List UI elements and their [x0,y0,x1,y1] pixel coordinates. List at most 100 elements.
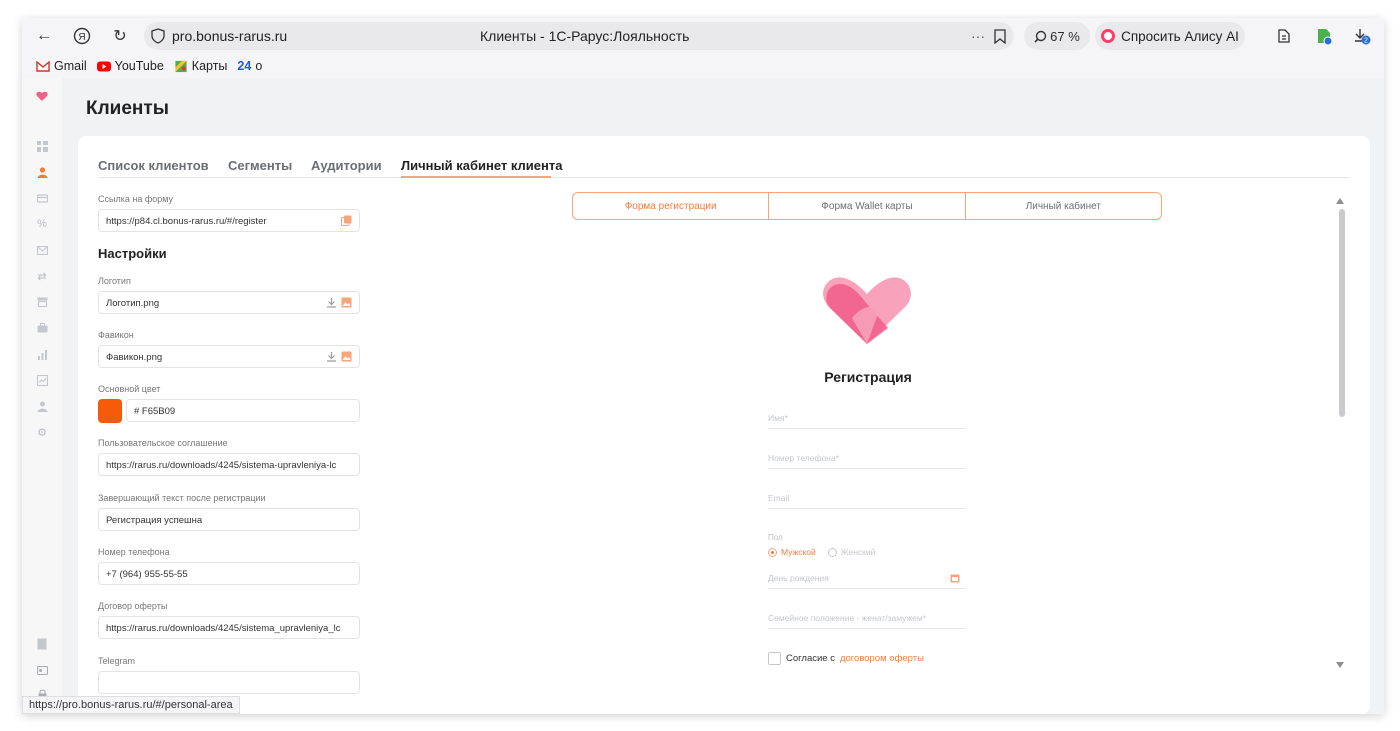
extension-icon[interactable] [1312,24,1336,48]
yandex-icon[interactable]: Я [70,24,94,48]
favicon-value: Фавикон.png [106,352,163,363]
image-icon[interactable] [341,297,352,308]
youtube-icon [96,61,111,71]
marital-input[interactable]: Семейное положение - женат/замужем* [768,613,966,629]
alice-button[interactable]: Спросить Алису AI [1095,22,1245,50]
gmail-icon [36,60,50,72]
phone-input[interactable]: Номер телефона* [768,453,966,469]
scroll-down-icon[interactable] [1336,662,1344,668]
settings-icon[interactable]: ⚙ [36,426,48,439]
logo-label: Логотип [98,276,131,286]
gender-label: Пол [768,533,783,542]
logo-value: Логотип.png [106,298,160,309]
downloads-icon[interactable]: 2 [1350,24,1374,48]
dashboard-icon[interactable] [36,140,48,152]
download-icon[interactable] [326,351,337,362]
reload-icon[interactable]: ↻ [108,24,132,48]
24-icon: 24 [237,59,252,73]
favicon-label: Фавикон [98,330,134,340]
scroll-thumb[interactable] [1339,209,1345,417]
mail-icon[interactable] [36,244,48,256]
page-title-text: Клиенты - 1С-Рарус:Лояльность [480,28,690,44]
bookmark-icon[interactable] [988,24,1012,48]
color-swatch[interactable] [98,399,122,423]
final-text-field[interactable]: Регистрация успешна [98,508,360,531]
document-icon[interactable] [36,638,48,650]
more-icon[interactable]: ··· [966,24,990,48]
reader-icon[interactable] [1272,24,1296,48]
tab-segments[interactable]: Сегменты [228,158,292,173]
store-icon[interactable] [36,296,48,308]
bookmark-gmail[interactable]: Gmail [36,59,87,73]
tab-personal-area[interactable]: Личный кабинет клиента [401,158,562,173]
offer-field[interactable]: https://rarus.ru/downloads/4245/sistema_… [98,616,360,639]
form-link-value: https://p84.cl.bonus-rarus.ru/#/register [106,216,267,227]
page-title: Клиенты [86,98,169,119]
logo-field[interactable]: Логотип.png [98,291,360,314]
offer-label: Договор оферты [98,601,168,611]
gender-radio-group: Мужской Женский [768,547,875,557]
zoom-icon [1034,30,1047,43]
name-input[interactable]: Имя* [768,413,966,429]
phone-value: +7 (964) 955-55-55 [106,569,188,580]
telegram-field[interactable] [98,671,360,694]
zoom-button[interactable]: 67 % [1024,22,1090,50]
tab-audiences[interactable]: Аудитории [311,158,382,173]
exchange-icon[interactable]: ⇄ [36,270,48,283]
briefcase-icon[interactable] [36,322,48,334]
image-icon[interactable] [341,351,352,362]
active-tab-underline [401,176,551,178]
settings-heading: Настройки [98,246,167,261]
svg-text:2: 2 [1364,38,1368,45]
shield-icon[interactable] [146,24,170,48]
color-label: Основной цвет [98,384,161,394]
back-icon[interactable]: ← [32,24,56,48]
logo-heart-icon[interactable] [36,90,48,102]
cards-icon[interactable] [36,192,48,204]
consent-checkbox[interactable] [768,652,781,665]
telegram-label: Telegram [98,656,136,666]
tab-client-list[interactable]: Список клиентов [98,158,209,173]
bookmark-maps[interactable]: Карты [174,59,227,73]
chart-icon[interactable] [36,348,48,360]
user-icon[interactable] [36,400,48,412]
consent-offer-link[interactable]: договором оферты [840,653,924,664]
favicon-field[interactable]: Фавикон.png [98,345,360,368]
radio-female[interactable] [827,547,837,557]
url-text[interactable]: pro.bonus-rarus.ru [172,28,287,44]
percent-icon[interactable]: % [36,218,48,230]
bookmark-youtube[interactable]: YouTube [96,59,164,73]
scroll-up-icon[interactable] [1336,198,1344,204]
agreement-field[interactable]: https://rarus.ru/downloads/4245/sistema-… [98,453,360,476]
report-icon[interactable] [36,374,48,386]
brand-heart-logo [823,277,911,344]
download-icon[interactable] [326,297,337,308]
browser-toolbar: ← Я ↻ pro.bonus-rarus.ru Клиенты - 1С-Ра… [22,18,1384,54]
content-card: Список клиентов Сегменты Аудитории Личны… [78,136,1370,714]
segment-personal-area[interactable]: Личный кабинет [966,193,1161,219]
consent-prefix: Согласие с [786,653,835,664]
preview-switcher: Форма регистрации Форма Wallet карты Лич… [572,192,1162,220]
radio-female-label: Женский [840,547,876,557]
app-area: % ⇄ ⚙ Клиенты Список клиентов Сегменты А… [22,78,1384,714]
segment-wallet-form[interactable]: Форма Wallet карты [769,193,966,219]
status-bar-url: https://pro.bonus-rarus.ru/#/personal-ar… [22,696,240,714]
phone-field[interactable]: +7 (964) 955-55-55 [98,562,360,585]
form-link-field[interactable]: https://p84.cl.bonus-rarus.ru/#/register [98,209,360,232]
birthday-input[interactable]: День рождения [768,573,966,589]
clients-icon[interactable] [36,166,48,178]
form-link-label: Ссылка на форму [98,194,174,204]
registration-title: Регистрация [824,369,912,385]
radio-male[interactable] [768,547,777,557]
sidebar-rail: % ⇄ ⚙ [22,78,62,714]
email-input[interactable]: Email [768,493,966,509]
consent-row: Согласие с договором оферты [768,652,924,665]
radio-male-label: Мужской [781,547,816,557]
id-card-icon[interactable] [36,664,48,676]
segment-registration-form[interactable]: Форма регистрации [573,193,770,219]
bookmark-label: Gmail [54,59,87,73]
bookmark-24[interactable]: 24 о [237,59,262,73]
copy-icon[interactable] [341,215,352,226]
color-field[interactable]: # F65B09 [126,399,360,422]
calendar-icon[interactable] [950,573,960,583]
